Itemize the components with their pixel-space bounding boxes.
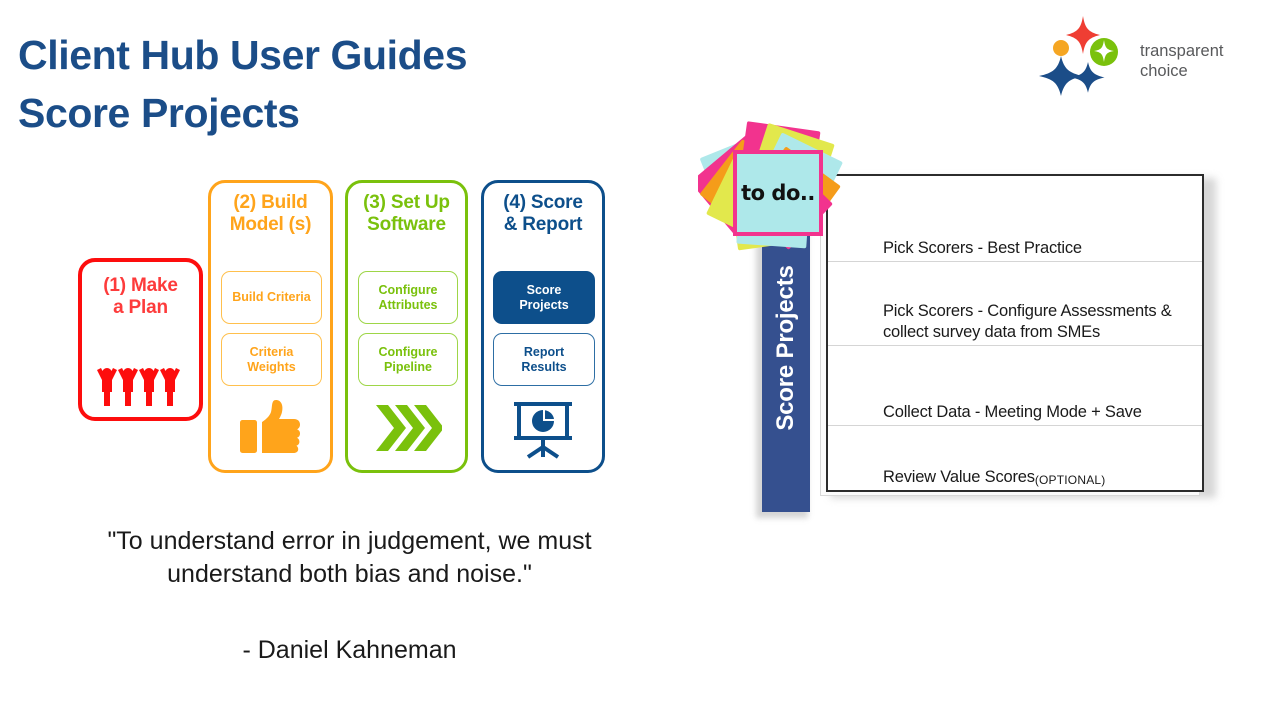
todo-panel-illustration: Pick Scorers - Best Practice Pick Scorer… bbox=[690, 118, 1230, 518]
people-group-icon bbox=[82, 360, 199, 412]
slide-canvas: Client Hub User Guides Score Projects tr… bbox=[0, 0, 1280, 720]
sticky-note-todo-label: to do.. bbox=[741, 181, 815, 205]
process-card-score-and-report[interactable]: (4) Score & Report Score Projects Report… bbox=[481, 180, 605, 473]
process-card-make-a-plan[interactable]: (1) Make a Plan bbox=[78, 258, 203, 421]
brand-logo: transparent choice bbox=[1028, 14, 1266, 102]
todo-row-text: Collect Data - Meeting Mode + Save bbox=[883, 403, 1142, 422]
process-card-heading: (2) Build Model (s) bbox=[211, 183, 330, 236]
logo-wordmark: transparent choice bbox=[1140, 42, 1223, 82]
todo-row[interactable]: Pick Scorers - Best Practice bbox=[828, 176, 1202, 262]
todo-row[interactable]: Collect Data - Meeting Mode + Save bbox=[828, 346, 1202, 426]
heading-line-1: (4) Score bbox=[503, 192, 583, 213]
step-button-score-projects[interactable]: Score Projects bbox=[493, 271, 595, 324]
step-button-label-line-2: Pipeline bbox=[384, 359, 432, 374]
step-button-label-line-2: Projects bbox=[519, 297, 569, 312]
page-title-line-1: Client Hub User Guides bbox=[18, 32, 468, 78]
thumbs-up-icon bbox=[211, 395, 330, 461]
logo-wordmark-line-1: transparent bbox=[1140, 42, 1224, 60]
heading-line-1: (3) Set Up bbox=[363, 192, 450, 213]
step-button-build-criteria[interactable]: Build Criteria bbox=[221, 271, 322, 324]
logo-wordmark-line-2: choice bbox=[1140, 61, 1188, 80]
double-chevron-right-icon bbox=[348, 395, 465, 461]
heading-line-2: a Plan bbox=[113, 296, 168, 318]
sticky-notes-stack: to do.. bbox=[698, 120, 848, 255]
logo-mark-icon bbox=[1028, 14, 1124, 102]
todo-row-text: Pick Scorers - Best Practice bbox=[883, 239, 1082, 258]
heading-line-1: (1) Make bbox=[103, 275, 178, 296]
step-button-configure-attributes[interactable]: Configure Attributes bbox=[358, 271, 458, 324]
process-card-heading: (4) Score & Report bbox=[484, 183, 602, 236]
process-card-set-up-software[interactable]: (3) Set Up Software Configure Attributes… bbox=[345, 180, 468, 473]
step-button-report-results[interactable]: Report Results bbox=[493, 333, 595, 386]
todo-row[interactable]: Pick Scorers - Configure Assessments & c… bbox=[828, 262, 1202, 346]
step-button-configure-pipeline[interactable]: Configure Pipeline bbox=[358, 333, 458, 386]
heading-line-2: & Report bbox=[503, 213, 583, 235]
presentation-pie-chart-icon bbox=[484, 395, 602, 461]
step-button-label-line-1: Configure bbox=[378, 282, 438, 297]
step-button-label-line-1: Score bbox=[526, 282, 562, 297]
heading-line-2: Model (s) bbox=[229, 213, 312, 235]
step-button-label-line-2: Results bbox=[521, 359, 567, 374]
step-button-label-line-2: Weights bbox=[247, 359, 296, 374]
score-projects-tab-label: Score Projects bbox=[772, 265, 799, 431]
step-button-label-line-1: Configure bbox=[378, 344, 438, 359]
sticky-note-todo: to do.. bbox=[733, 150, 823, 236]
heading-line-2: Software bbox=[367, 213, 446, 235]
todo-row-text: Pick Scorers - Configure Assessments & c… bbox=[883, 302, 1172, 342]
todo-row-text: Review Value Scores bbox=[883, 468, 1035, 487]
quote-text: "To understand error in judgement, we mu… bbox=[107, 527, 592, 588]
todo-row[interactable]: Review Value Scores (OPTIONAL) bbox=[828, 426, 1202, 490]
step-button-label: Build Criteria bbox=[232, 290, 311, 305]
step-button-label-line-1: Criteria bbox=[249, 344, 294, 359]
heading-line-1: (2) Build bbox=[233, 192, 308, 213]
step-button-label-line-2: Attributes bbox=[378, 297, 438, 312]
process-card-heading: (1) Make a Plan bbox=[82, 262, 199, 319]
page-title-line-2: Score Projects bbox=[18, 90, 300, 137]
step-button-label-line-1: Report bbox=[523, 344, 565, 359]
page-title: Client Hub User Guides Score Projects bbox=[18, 26, 468, 142]
process-card-heading: (3) Set Up Software bbox=[348, 183, 465, 236]
todo-list-panel: Pick Scorers - Best Practice Pick Scorer… bbox=[826, 174, 1204, 492]
quote-author: - Daniel Kahneman bbox=[242, 636, 457, 664]
todo-row-optional-tag: (OPTIONAL) bbox=[1034, 472, 1106, 487]
process-card-build-models[interactable]: (2) Build Model (s) Build Criteria Crite… bbox=[208, 180, 333, 473]
step-button-criteria-weights[interactable]: Criteria Weights bbox=[221, 333, 322, 386]
